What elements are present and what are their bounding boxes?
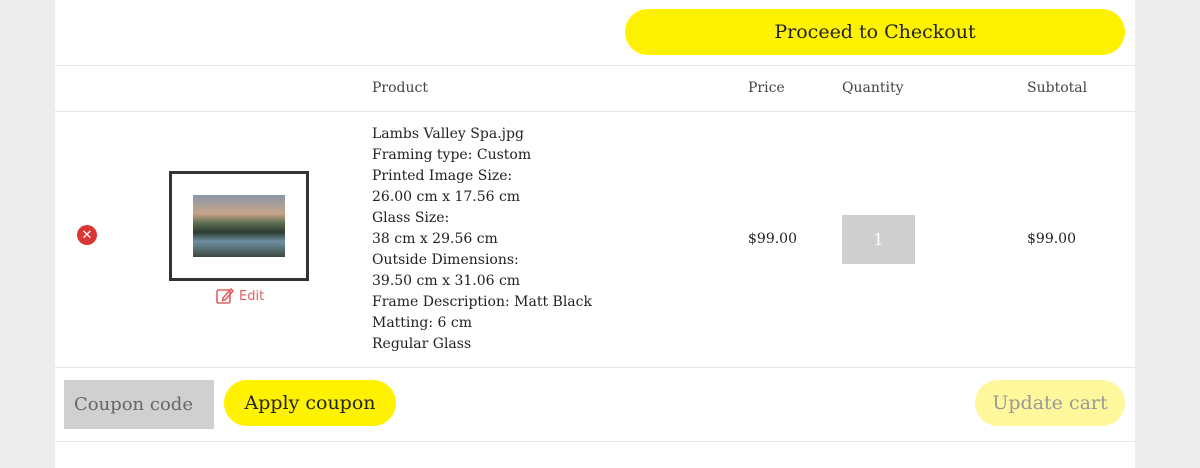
detail-line: 38 cm x 29.56 cm <box>372 231 498 247</box>
detail-line: Framing type: Custom <box>372 147 532 163</box>
detail-line: Matting: 6 cm <box>372 315 473 331</box>
divider <box>55 65 1135 66</box>
detail-line: 39.50 cm x 31.06 cm <box>372 273 521 289</box>
column-header-quantity: Quantity <box>842 80 904 96</box>
detail-line: Outside Dimensions: <box>372 252 519 268</box>
item-price: $99.00 <box>748 231 797 247</box>
framed-photo-image <box>193 195 285 257</box>
product-thumbnail[interactable] <box>169 171 309 281</box>
detail-line: Frame Description: Matt Black <box>372 294 592 310</box>
divider <box>55 441 1135 442</box>
column-header-subtotal: Subtotal <box>1027 80 1088 96</box>
apply-coupon-button[interactable]: Apply coupon <box>224 380 396 426</box>
edit-label: Edit <box>239 288 265 304</box>
column-header-product: Product <box>372 80 428 96</box>
divider <box>55 111 1135 112</box>
detail-line: Printed Image Size: <box>372 168 513 184</box>
quantity-input[interactable] <box>842 215 915 264</box>
item-subtotal: $99.00 <box>1027 231 1076 247</box>
update-cart-button[interactable]: Update cart <box>975 380 1125 426</box>
detail-line: Glass Size: <box>372 210 450 226</box>
cart-panel: Proceed to Checkout Product Price Quanti… <box>55 0 1135 468</box>
coupon-code-input[interactable] <box>64 380 214 429</box>
remove-x-icon[interactable]: ✕ <box>77 225 97 245</box>
detail-line: 26.00 cm x 17.56 cm <box>372 189 521 205</box>
column-header-price: Price <box>748 80 785 96</box>
product-details: Lambs Valley Spa.jpg Framing type: Custo… <box>372 124 592 355</box>
divider <box>55 367 1135 368</box>
edit-link[interactable]: Edit <box>215 286 264 306</box>
proceed-to-checkout-button[interactable]: Proceed to Checkout <box>625 9 1125 55</box>
product-name[interactable]: Lambs Valley Spa.jpg <box>372 124 592 145</box>
edit-icon <box>216 288 234 304</box>
detail-line: Regular Glass <box>372 336 472 352</box>
